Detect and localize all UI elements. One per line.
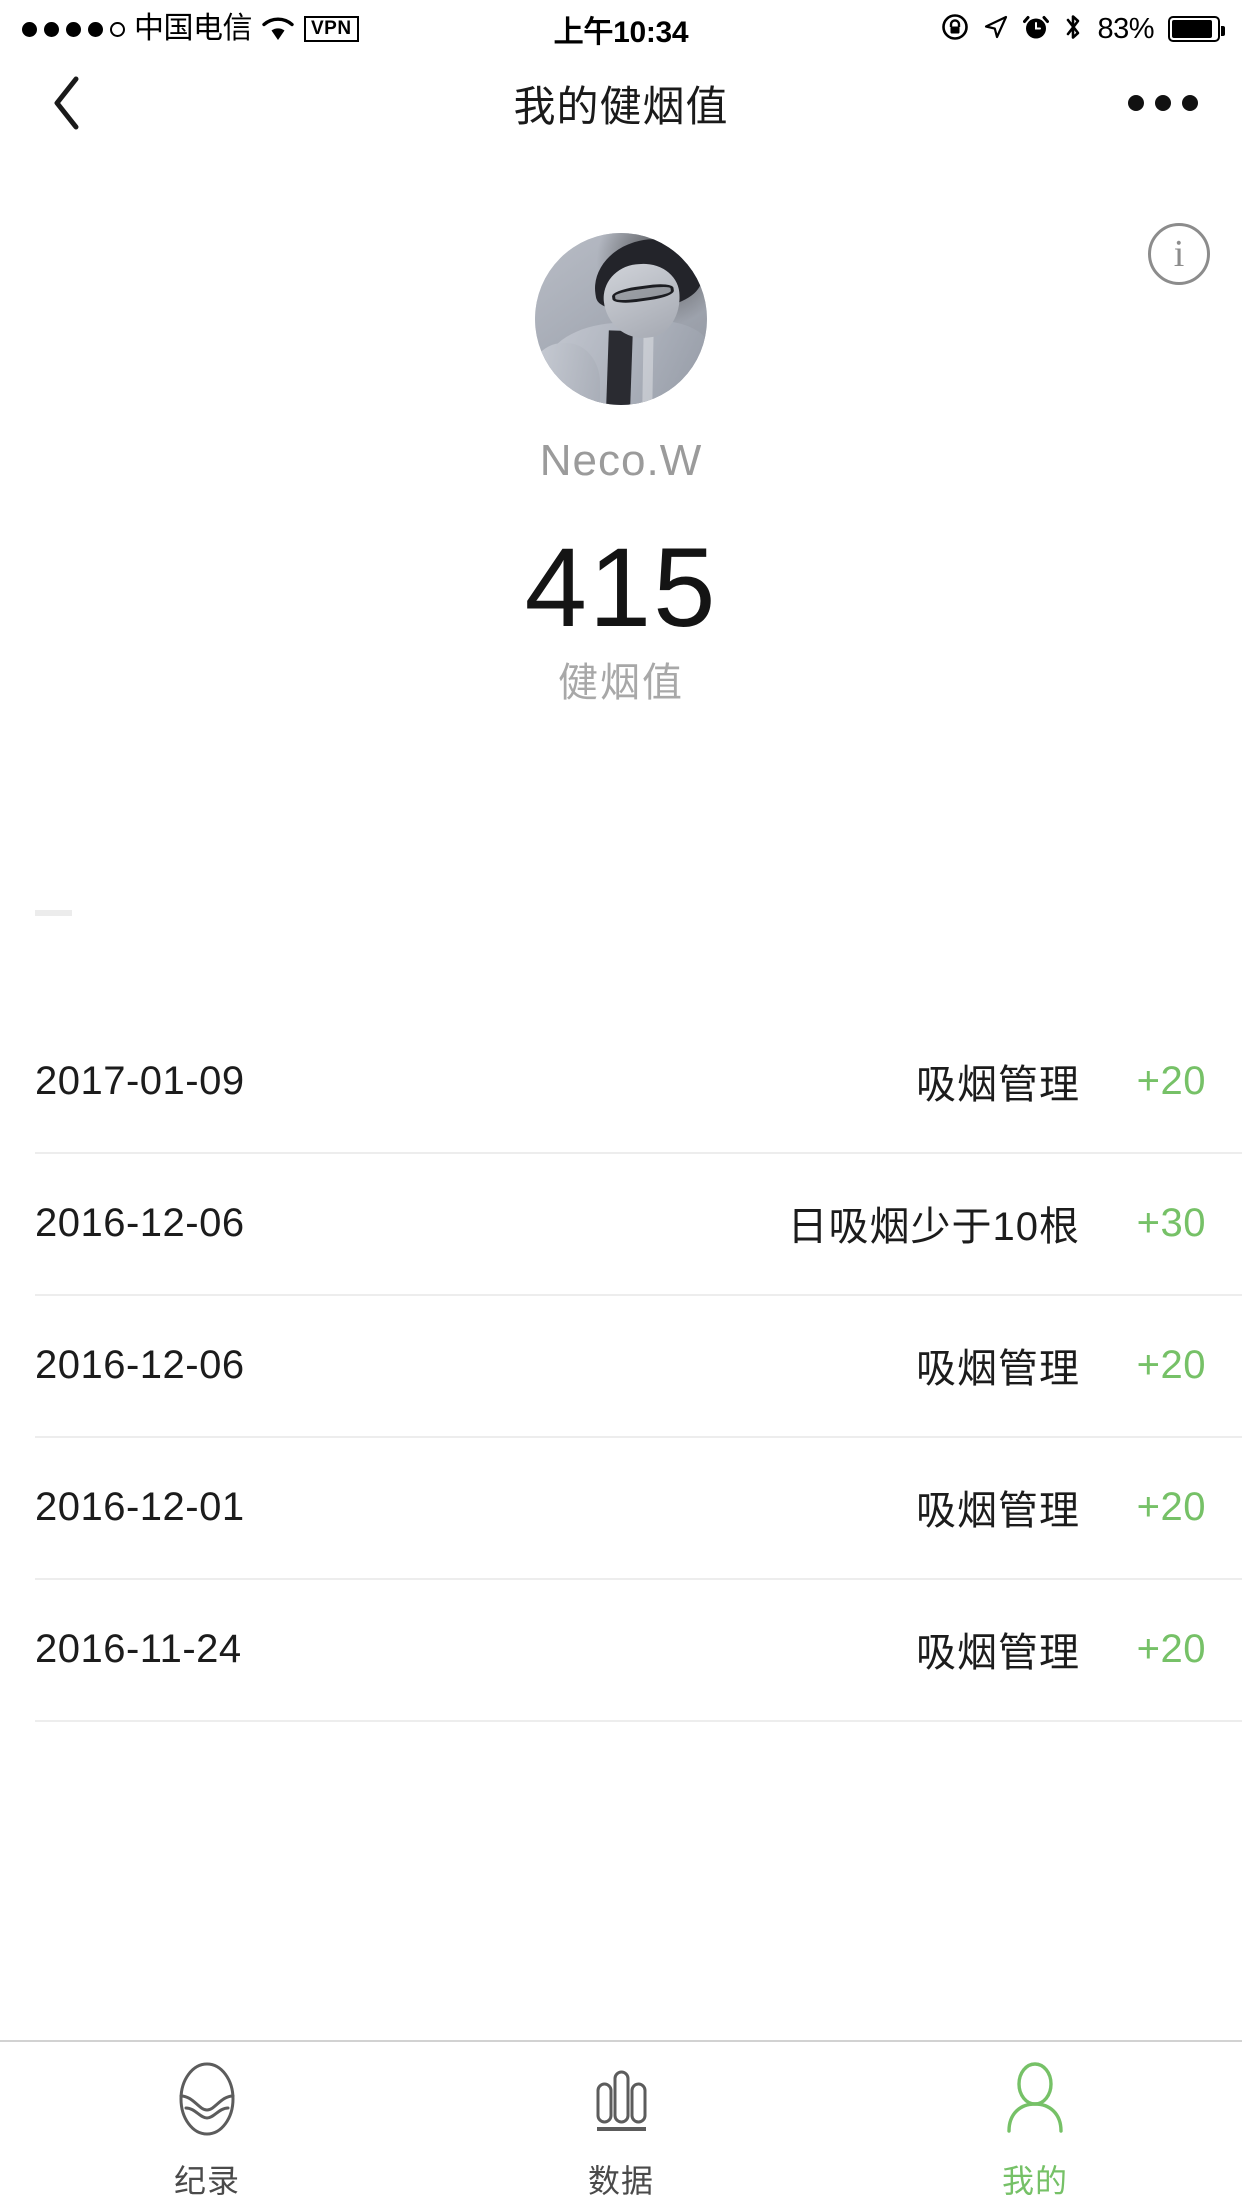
bar-chart-icon xyxy=(578,2058,664,2144)
row-date: 2016-12-06 xyxy=(35,1200,245,1245)
tab-label: 数据 xyxy=(587,2163,654,2199)
row-activity: 吸烟管理 xyxy=(916,1489,1080,1533)
table-row[interactable]: 2016-12-01 吸烟管理 +20 xyxy=(0,1436,1242,1578)
list-bottom-separator xyxy=(35,1720,1242,1722)
username-label: Neco.W xyxy=(539,436,703,485)
row-activity: 吸烟管理 xyxy=(916,1063,1080,1107)
bottom-tab-bar: 纪录 数据 我的 xyxy=(0,2040,1242,2208)
table-row[interactable]: 2016-11-24 吸烟管理 +20 xyxy=(0,1578,1242,1720)
row-activity: 日吸烟少于10根 xyxy=(787,1205,1080,1249)
row-points: +20 xyxy=(1136,1342,1206,1387)
rotation-lock-icon xyxy=(941,13,969,46)
page-title: 我的健烟值 xyxy=(513,82,729,130)
app-screen: 中国电信 VPN 上午10:34 83% 我的健烟值 i Neco.W 415 … xyxy=(0,0,1242,2208)
status-bar: 中国电信 VPN 上午10:34 83% xyxy=(0,0,1242,58)
navigation-bar: 我的健烟值 xyxy=(0,58,1242,148)
table-row[interactable]: 2016-12-06 吸烟管理 +20 xyxy=(0,1294,1242,1436)
more-dots-icon xyxy=(1128,95,1144,111)
row-activity: 吸烟管理 xyxy=(916,1631,1080,1675)
tab-2[interactable]: 数据 xyxy=(414,2042,828,2208)
location-arrow-icon xyxy=(983,14,1009,45)
more-options-button[interactable] xyxy=(1108,58,1218,148)
info-icon: i xyxy=(1173,233,1185,275)
avatar[interactable] xyxy=(535,233,707,405)
profile-section: i Neco.W 415 健烟值 xyxy=(0,148,1242,1010)
back-button[interactable] xyxy=(22,58,112,148)
tab-3[interactable]: 我的 xyxy=(828,2042,1242,2208)
row-date: 2016-11-24 xyxy=(35,1626,242,1671)
battery-percent-label: 83% xyxy=(1097,12,1154,45)
alarm-clock-icon xyxy=(1023,14,1050,45)
row-date: 2016-12-06 xyxy=(35,1342,245,1387)
row-date: 2017-01-09 xyxy=(35,1058,245,1103)
chevron-left-icon xyxy=(54,76,79,130)
more-dots-icon xyxy=(1182,95,1198,111)
tab-label: 纪录 xyxy=(173,2163,240,2199)
row-date: 2016-12-01 xyxy=(35,1484,245,1529)
more-dots-icon xyxy=(1155,95,1171,111)
status-bar-right: 83% xyxy=(941,0,1225,58)
row-points: +20 xyxy=(1136,1626,1206,1671)
person-icon xyxy=(992,2058,1078,2144)
row-points: +20 xyxy=(1136,1058,1206,1103)
bluetooth-icon xyxy=(1063,13,1083,46)
score-value: 415 xyxy=(524,525,718,650)
row-points: +20 xyxy=(1136,1484,1206,1529)
points-history-list: 2017-01-09 吸烟管理 +20 2016-12-06 日吸烟少于10根 +30 20… xyxy=(0,1010,1242,1722)
tab-1[interactable]: 纪录 xyxy=(0,2042,414,2208)
decorative-dash xyxy=(35,910,72,916)
info-button[interactable]: i xyxy=(1148,223,1210,285)
battery-icon xyxy=(1168,16,1225,42)
table-row[interactable]: 2016-12-06 日吸烟少于10根 +30 xyxy=(0,1152,1242,1294)
table-row[interactable]: 2017-01-09 吸烟管理 +20 xyxy=(0,1010,1242,1152)
leaf-record-icon xyxy=(164,2058,250,2144)
tab-label: 我的 xyxy=(1001,2163,1068,2199)
score-caption: 健烟值 xyxy=(558,661,684,705)
row-activity: 吸烟管理 xyxy=(916,1347,1080,1391)
row-points: +30 xyxy=(1136,1200,1206,1245)
